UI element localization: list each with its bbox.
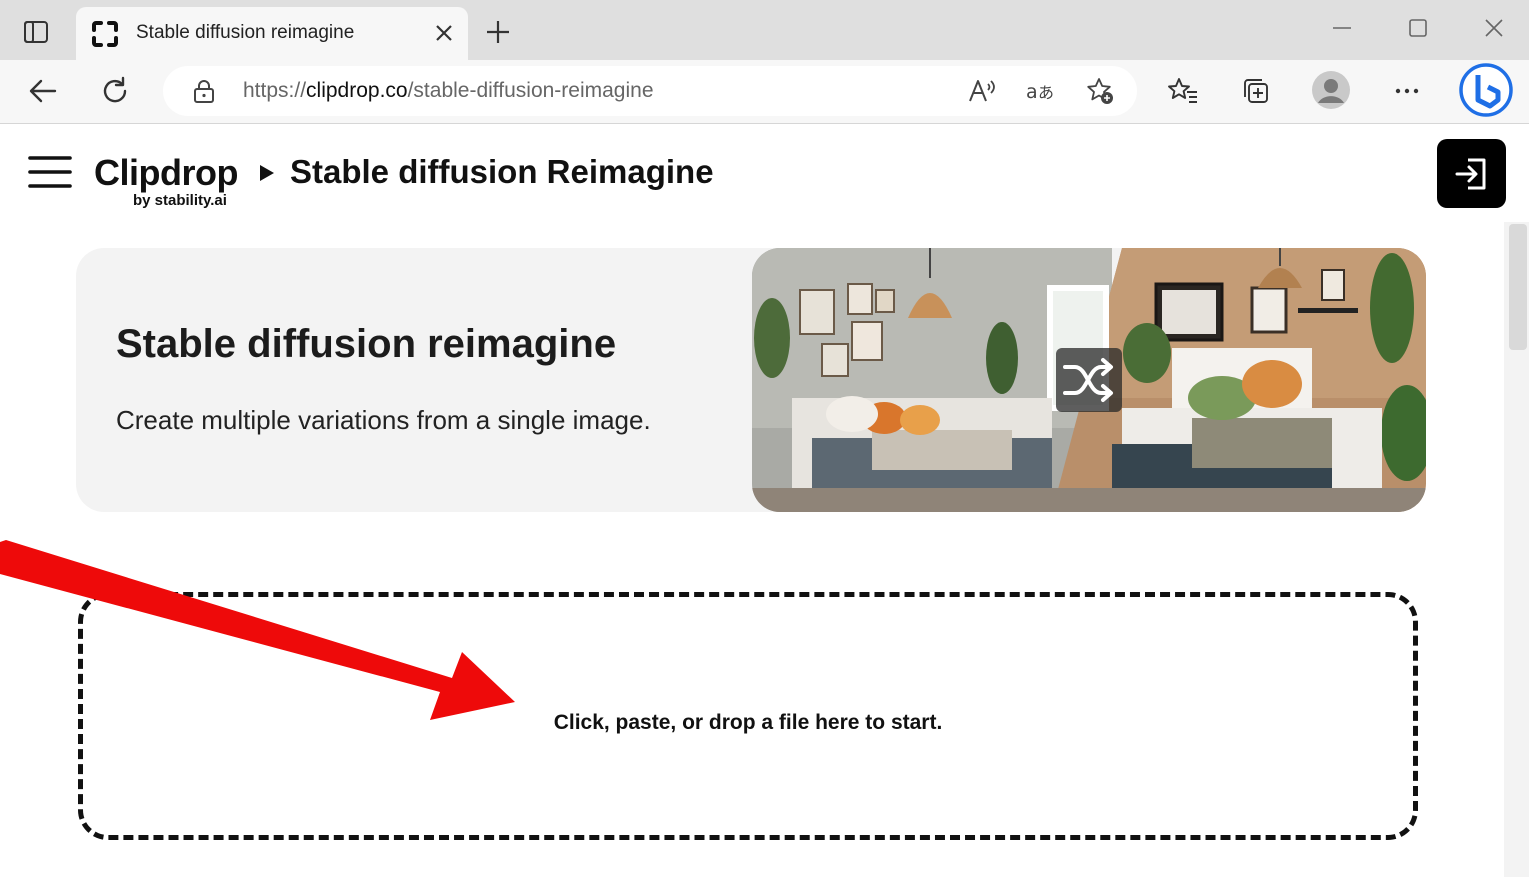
hero-title: Stable diffusion reimagine (116, 322, 617, 366)
hero-subtitle: Create multiple variations from a single… (116, 405, 651, 435)
url-scheme: https:// (243, 79, 307, 102)
favorites-icon[interactable] (1166, 74, 1200, 108)
tab-title: Stable diffusion reimagine (136, 22, 355, 43)
svg-text:a: a (1026, 81, 1038, 103)
scrollbar-thumb[interactable] (1509, 224, 1527, 350)
profile-avatar-icon[interactable] (1311, 70, 1351, 110)
read-aloud-icon[interactable] (967, 76, 997, 106)
translate-icon[interactable]: aあ (1025, 76, 1055, 106)
tab-actions-icon[interactable] (18, 14, 54, 50)
add-favorite-icon[interactable] (1085, 76, 1115, 106)
url-text: https://clipdrop.co/stable-diffusion-rei… (243, 79, 654, 103)
address-bar[interactable]: https://clipdrop.co/stable-diffusion-rei… (163, 66, 1137, 116)
breadcrumb-arrow-icon (258, 163, 276, 183)
back-arrow-icon[interactable] (26, 74, 60, 108)
maximize-icon[interactable] (1404, 14, 1432, 42)
browser-toolbar: https://clipdrop.co/stable-diffusion-rei… (0, 60, 1529, 124)
page-title: Stable diffusion Reimagine (290, 153, 714, 190)
copilot-icon[interactable] (1458, 62, 1514, 118)
login-button[interactable] (1437, 139, 1506, 208)
minimize-icon[interactable] (1328, 14, 1356, 42)
hero-card: Stable diffusion reimagine Create multip… (76, 248, 1426, 512)
bedroom-example-image (752, 248, 1426, 512)
plus-icon[interactable] (484, 18, 512, 46)
active-tab[interactable]: Stable diffusion reimagine (76, 7, 468, 60)
collections-icon[interactable] (1239, 74, 1273, 108)
window-close-icon[interactable] (1480, 14, 1508, 42)
shuffle-icon (1056, 348, 1122, 412)
login-icon (1455, 158, 1485, 189)
lock-icon[interactable] (191, 78, 217, 104)
tab-favicon (90, 19, 120, 49)
red-annotation-arrow (0, 530, 520, 730)
more-icon[interactable] (1390, 74, 1424, 108)
svg-text:あ: あ (1038, 83, 1054, 102)
close-icon[interactable] (432, 21, 456, 45)
hamburger-menu-icon[interactable] (28, 154, 72, 190)
reload-icon[interactable] (98, 74, 132, 108)
url-path: /stable-diffusion-reimagine (407, 79, 654, 102)
tab-bar: Stable diffusion reimagine (0, 0, 1529, 60)
url-host: clipdrop.co (306, 79, 408, 102)
clipdrop-logo[interactable]: Clipdrop (94, 152, 238, 194)
logo-byline: by stability.ai (133, 192, 227, 209)
